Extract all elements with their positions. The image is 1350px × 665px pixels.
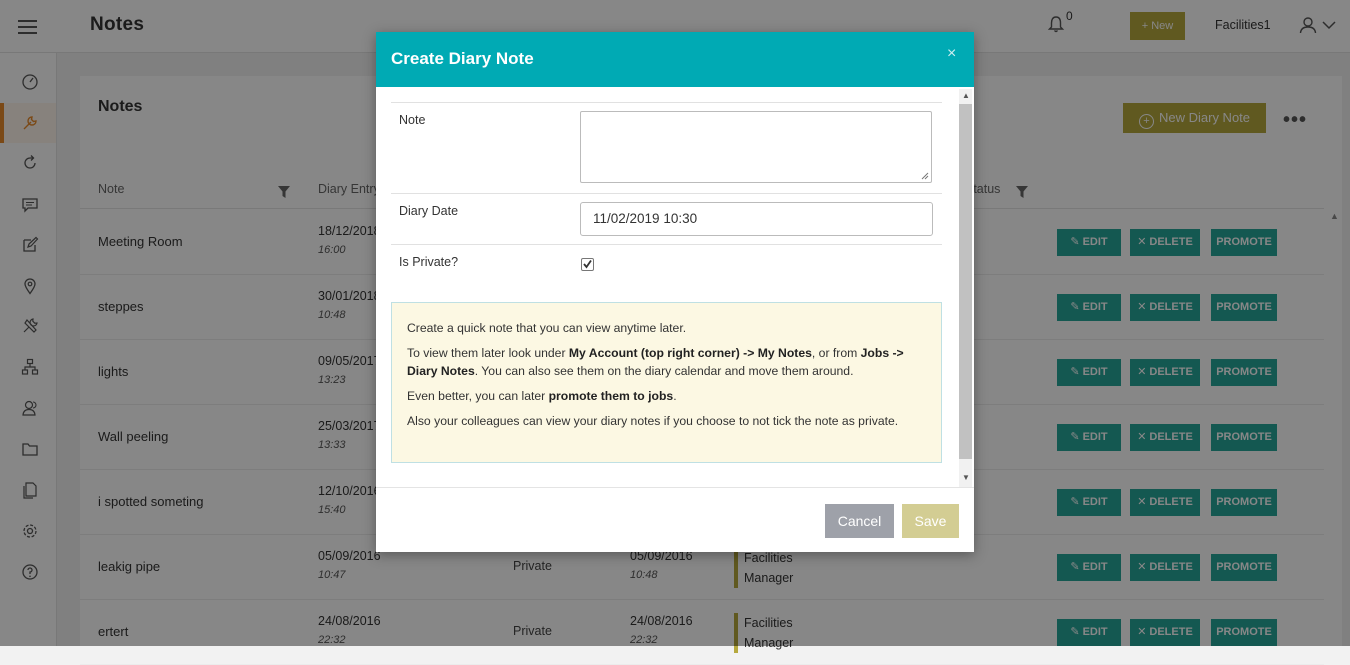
close-icon[interactable]: × bbox=[947, 45, 956, 63]
dialog-scrollbar[interactable]: ▲ ▼ bbox=[959, 89, 972, 487]
info-text: Also your colleagues can view your diary… bbox=[407, 414, 899, 428]
info-fragment: Even better, you can later bbox=[407, 389, 549, 403]
info-emphasis: My Account (top right corner) -> My Note… bbox=[568, 346, 812, 360]
diary-date-label: Diary Date bbox=[399, 204, 459, 218]
scroll-down-arrow[interactable]: ▼ bbox=[962, 473, 970, 482]
info-fragment: . bbox=[673, 389, 677, 403]
save-button[interactable]: Save bbox=[902, 504, 959, 538]
info-text: To view them later look under My Account… bbox=[407, 344, 926, 380]
is-private-label: Is Private? bbox=[399, 255, 459, 269]
cancel-button[interactable]: Cancel bbox=[825, 504, 894, 538]
info-text: Create a quick note that you can view an… bbox=[407, 321, 687, 335]
info-fragment: . You can also see them on the diary cal… bbox=[474, 364, 854, 378]
info-emphasis: promote them to jobs bbox=[548, 389, 674, 403]
note-row: Note bbox=[391, 102, 942, 193]
resize-grip-icon[interactable] bbox=[921, 172, 929, 180]
info-panel: Create a quick note that you can view an… bbox=[391, 302, 942, 463]
diary-date-input[interactable]: 11/02/2019 10:30 bbox=[580, 202, 933, 236]
note-label: Note bbox=[399, 113, 426, 127]
create-diary-note-dialog: Create Diary Note × Note Diary Date 11/0… bbox=[376, 32, 974, 552]
dialog-title: Create Diary Note bbox=[391, 49, 534, 68]
dialog-footer: Cancel Save bbox=[376, 487, 974, 553]
dialog-body: Note Diary Date 11/02/2019 10:30 Is Priv… bbox=[376, 87, 974, 487]
info-fragment: To view them later look under bbox=[407, 346, 569, 360]
is-private-checkbox[interactable] bbox=[581, 258, 594, 271]
info-fragment: , or from bbox=[811, 346, 861, 360]
is-private-row: Is Private? bbox=[391, 244, 942, 290]
scrollbar-thumb[interactable] bbox=[959, 104, 972, 459]
checkmark-icon bbox=[583, 259, 592, 269]
scroll-up-arrow[interactable]: ▲ bbox=[962, 91, 970, 100]
diary-date-row: Diary Date 11/02/2019 10:30 bbox=[391, 193, 942, 244]
dialog-header: Create Diary Note × bbox=[376, 32, 974, 87]
info-text: Even better, you can later promote them … bbox=[407, 387, 926, 405]
note-textarea[interactable] bbox=[580, 111, 932, 183]
